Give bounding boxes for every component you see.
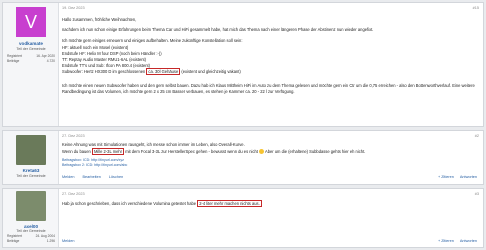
text-line: Hallo zusammen, fröhliche Weihnachten, — [62, 17, 137, 22]
avatar[interactable] — [16, 191, 46, 221]
post-2-user-panel: Kreta63 Teil der Gemeinde — [3, 131, 59, 184]
post-3-message: 27. Dez 2023 #3 Hab ja schon geschrieben… — [62, 189, 479, 244]
post-2-actions: Melden Bearbeiten Löschen — [62, 175, 123, 179]
delete-button[interactable]: Löschen — [109, 175, 123, 179]
user-role: Teil der Gemeinde — [16, 174, 46, 178]
highlight-box: Mille 2-3L mehr — [91, 148, 125, 155]
post-3: axel00 Teil der Gemeinde Registriert 24. … — [2, 188, 484, 248]
post-1-user-panel: V vodkamate Teil der Gemeinde Registrier… — [3, 3, 59, 126]
post-number[interactable]: #2 — [475, 134, 479, 138]
text-line: nachdem ich nun schon einige Erfahrungen… — [62, 27, 374, 32]
text-line: Endstufe HF: Helix M four DSP (noch beim… — [62, 51, 162, 56]
avatar[interactable]: V — [16, 7, 46, 37]
avatar[interactable] — [16, 135, 46, 165]
post-date[interactable]: 27. Dez 2023 — [62, 192, 85, 196]
user-role: Teil der Gemeinde — [16, 47, 46, 51]
edit-button[interactable]: Bearbeiten — [82, 175, 100, 179]
username[interactable]: vodkamate — [3, 41, 59, 46]
post-1: V vodkamate Teil der Gemeinde Registrier… — [2, 2, 484, 127]
text-line: TT: Reptay Audio Master RMU1-6AL (existe… — [62, 57, 147, 62]
post-3-reply-actions: + Zitieren Antworten — [438, 239, 477, 243]
post-3-actions: Melden — [62, 239, 74, 243]
report-button[interactable]: Melden — [62, 175, 74, 179]
post-3-user-panel: axel00 Teil der Gemeinde Registriert 24. … — [3, 189, 59, 247]
post-1-message: 19. Dez 2023 #15 Hallo zusammen, fröhlic… — [62, 3, 479, 123]
text-line: Wenn du bauen Mille 2-3L mehr mit dem Fo… — [62, 148, 366, 155]
reply-button[interactable]: Antworten — [460, 175, 477, 179]
username[interactable]: Kreta63 — [3, 168, 59, 173]
quote-button[interactable]: + Zitieren — [438, 239, 454, 243]
subwoofer-line: Subwoofer: Hertz HX300 D im geschlossene… — [62, 68, 241, 75]
post-2-reply-actions: + Zitieren Antworten — [438, 175, 477, 179]
user-stats: Registriert 24. Aug 2004 Beiträge 1.296 — [7, 234, 55, 243]
signature-link[interactable]: Beitrags​box 2: ICD: http://tinyurl.com/… — [62, 163, 127, 167]
post-2-message: 27. Dez 2023 #2 Keine Ahnung was mit Sim… — [62, 131, 479, 186]
quote-button[interactable]: + Zitieren — [438, 175, 454, 179]
reply-button[interactable]: Antworten — [460, 239, 477, 243]
post-number[interactable]: #15 — [473, 6, 479, 10]
user-role: Teil der Gemeinde — [16, 229, 46, 233]
post-number[interactable]: #3 — [475, 192, 479, 196]
text-line: HF: aktuell noch ein Mosel (existent) — [62, 45, 129, 50]
highlight-box: 2-4 liter mehr machen nichts aus. — [197, 200, 262, 207]
text-line: Keine Ahnung was mit Simulationen rausge… — [62, 142, 245, 147]
smiley-icon — [259, 149, 265, 155]
user-stats: Registriert 16. Apr 2020 Beiträge 4.720 — [7, 54, 55, 63]
avatar-letter: V — [24, 11, 37, 32]
report-button[interactable]: Melden — [62, 239, 74, 243]
text-line: Hab ja schon geschrieben, dass ich versc… — [62, 200, 262, 207]
text-line: Endstufe TT's und Sub: Ifcon PA 800.4 (e… — [62, 63, 151, 68]
signature-link[interactable]: Beitrags​box: ICD: http://tinyurl.com/xy… — [62, 158, 124, 162]
post-2: Kreta63 Teil der Gemeinde 27. Dez 2023 #… — [2, 130, 484, 185]
highlight-box: ca. 30l Gehäuse — [146, 68, 181, 75]
post-date[interactable]: 27. Dez 2023 — [62, 134, 85, 138]
post-date[interactable]: 19. Dez 2023 — [62, 6, 85, 10]
text-paragraph: Ich möchte einen neuen Subwoofer haben u… — [62, 83, 475, 94]
text-line: Ich möchte gern einiges erneuern und ein… — [62, 38, 243, 43]
